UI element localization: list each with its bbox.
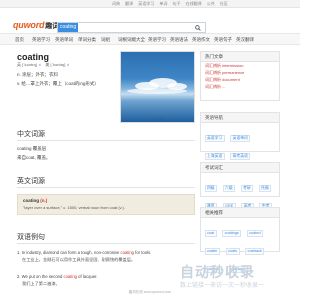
chip-link[interactable]: 上海英语	[204, 153, 225, 160]
example-highlight: coating	[63, 274, 77, 279]
example-text: for tools.	[134, 250, 152, 255]
search-value: coating	[58, 23, 79, 32]
main-nav: 首页 英语学习 英语单词 单词分类 词组 词根词缀大全 英语学习 英语语法 英语…	[0, 33, 300, 45]
sidebar-link[interactable]: 词汇辨析 document	[201, 76, 279, 83]
example-text: of lacquer.	[77, 274, 98, 279]
phonetic-uk: 英 [ˈkəʊtɪŋ]	[17, 62, 37, 67]
divider	[17, 187, 195, 188]
phonetic-us: 美 [ˈkoʊtɪŋ]	[45, 62, 66, 67]
prev-image-button[interactable]: ‹	[147, 116, 148, 121]
sidebar-title: 相关推荐	[201, 208, 279, 218]
chip-link[interactable]: coat	[204, 230, 217, 237]
image-pager: ‹ 1 / 3 ›	[120, 115, 195, 123]
chip-link[interactable]: 英语学习	[204, 135, 225, 142]
nav-item[interactable]: 英语句子	[214, 37, 232, 43]
example-zh: 在工业上，金刚石可以用作工具外面坚固、耐腐蚀的覆盖层。	[22, 257, 136, 262]
top-link[interactable]: 单词	[159, 1, 167, 6]
etym-pos: (n.)	[40, 198, 48, 203]
site-header: quword趣词 coating	[0, 8, 300, 33]
search-input[interactable]: coating	[57, 22, 206, 33]
phonetics: 英 [ˈkəʊtɪŋ] ♬ 美 [ˈkoʊtɪŋ] ♬	[17, 62, 70, 68]
sidebar-related: 相关推荐 coat coatings coated coater coats c…	[200, 207, 280, 273]
sidebar-title: 热门文章	[201, 52, 279, 62]
entry-word: coating	[17, 52, 50, 62]
top-link[interactable]: 句子	[173, 1, 181, 6]
section-title-english: 英文词源	[17, 177, 45, 185]
english-etym-box: coating (n.) "layer over a surface," c. …	[17, 194, 195, 215]
chip-link[interactable]: coatings	[222, 230, 242, 237]
search-button[interactable]	[190, 22, 206, 33]
sense-line: v. 给…罩上外衣；覆上（coat的ing形式）	[17, 81, 99, 86]
chip-link[interactable]: 考研	[240, 185, 254, 192]
example-zh: 我们上了第二遍漆。	[22, 281, 60, 286]
image-counter: 1 / 3	[155, 116, 163, 121]
sidebar-link[interactable]: 词汇辨析 permanence	[201, 69, 279, 76]
watermark-title: 自动秒收录	[180, 264, 255, 280]
top-links: 词典 翻译 英语学习 单词 句子 在线翻译 公共 社区	[112, 1, 232, 7]
nav-item[interactable]: 首页	[15, 37, 24, 43]
chip-link[interactable]: 四级	[204, 185, 218, 192]
logo-latin: quword	[13, 20, 45, 30]
next-image-button[interactable]: ›	[168, 116, 169, 121]
example-text: 2. We put on the second	[17, 274, 64, 279]
chip-link[interactable]: 六级	[222, 185, 236, 192]
sidebar-title: 英语导航	[201, 113, 279, 123]
nav-item[interactable]: 英语学习	[148, 37, 166, 43]
chip-link[interactable]: coated	[246, 230, 264, 237]
chip-link[interactable]: 高考英语	[230, 153, 251, 160]
top-link[interactable]: 在线翻译	[186, 1, 202, 6]
example-text: 1. In industry, diamond can form a tough…	[17, 250, 121, 255]
watermark: 自动秒收录 数上链接一来访一次一秒收录一	[180, 262, 264, 289]
top-link[interactable]: 社区	[220, 1, 228, 6]
top-bar: 词典 翻译 英语学习 单词 句子 在线翻译 公共 社区	[0, 0, 300, 8]
top-link[interactable]: 公共	[207, 1, 215, 6]
nav-item[interactable]: 英语作文	[192, 37, 210, 43]
etym-definition: "layer over a surface," c. 1500, verbal …	[23, 205, 125, 210]
sidebar-link[interactable]: 词汇辨析 intermission	[201, 62, 279, 69]
nav-item[interactable]: 单词分类	[78, 37, 96, 43]
watermark-subtitle: 数上链接一来访一次一秒收录一	[180, 283, 265, 289]
word-image[interactable]	[120, 51, 195, 123]
top-link[interactable]: 词典	[112, 1, 120, 6]
sidebar-title: 考试词汇	[201, 163, 279, 173]
chinese-etym-line: coating 覆盖层	[17, 146, 47, 151]
site-logo[interactable]: quword趣词	[13, 20, 59, 31]
example-en: 1. In industry, diamond can form a tough…	[17, 250, 151, 255]
top-link[interactable]: 翻译	[125, 1, 133, 6]
speaker-icon[interactable]: ♬	[66, 62, 70, 67]
sidebar-learn: 英语导航 英语学习 英语单词 上海英语 高考英语 英语口语 中考英语 高中英语 …	[200, 112, 280, 214]
divider	[17, 243, 195, 244]
example-highlight: coating	[120, 250, 135, 255]
footer: 趣词在线 www.quword.com	[128, 290, 172, 294]
chip-link[interactable]: coater	[204, 248, 221, 255]
nav-item[interactable]: 英语语法	[170, 37, 188, 43]
sense-line: n. 涂层；外衣；衣料	[17, 72, 59, 77]
nav-item[interactable]: 词根词缀大全	[118, 37, 145, 43]
sidebar-exam: 考试词汇 四级 六级 考研 托福 雅思 GRE 高考 中考	[200, 162, 280, 210]
search-icon	[195, 24, 201, 31]
sidebar-link[interactable]: 词汇辨析 ...	[201, 83, 279, 90]
chinese-etym-line: 来自coat, 覆盖。	[17, 155, 51, 160]
chip-link[interactable]: 英语单词	[230, 135, 251, 142]
etym-headword: coating (n.)	[23, 198, 47, 203]
section-title-chinese: 中文词源	[17, 130, 45, 138]
nav-item[interactable]: 词组	[101, 37, 110, 43]
top-link[interactable]: 英语学习	[138, 1, 154, 6]
etym-word: coating	[23, 198, 40, 203]
example-en: 2. We put on the second coating of lacqu…	[17, 274, 98, 279]
chip-link[interactable]: coatrack	[245, 248, 265, 255]
speaker-icon[interactable]: ♬	[38, 62, 42, 67]
section-title-examples: 双语例句	[17, 233, 45, 241]
chip-link[interactable]: 托福	[258, 185, 272, 192]
divider	[17, 140, 195, 141]
sidebar-hot: 热门文章 词汇辨析 intermission 词汇辨析 permanence 词…	[200, 51, 280, 101]
nav-item[interactable]: 英语学习	[32, 37, 50, 43]
nav-item[interactable]: 英语单词	[55, 37, 73, 43]
nav-item[interactable]: 英汉翻译	[236, 37, 254, 43]
chip-link[interactable]: coats	[225, 248, 240, 255]
